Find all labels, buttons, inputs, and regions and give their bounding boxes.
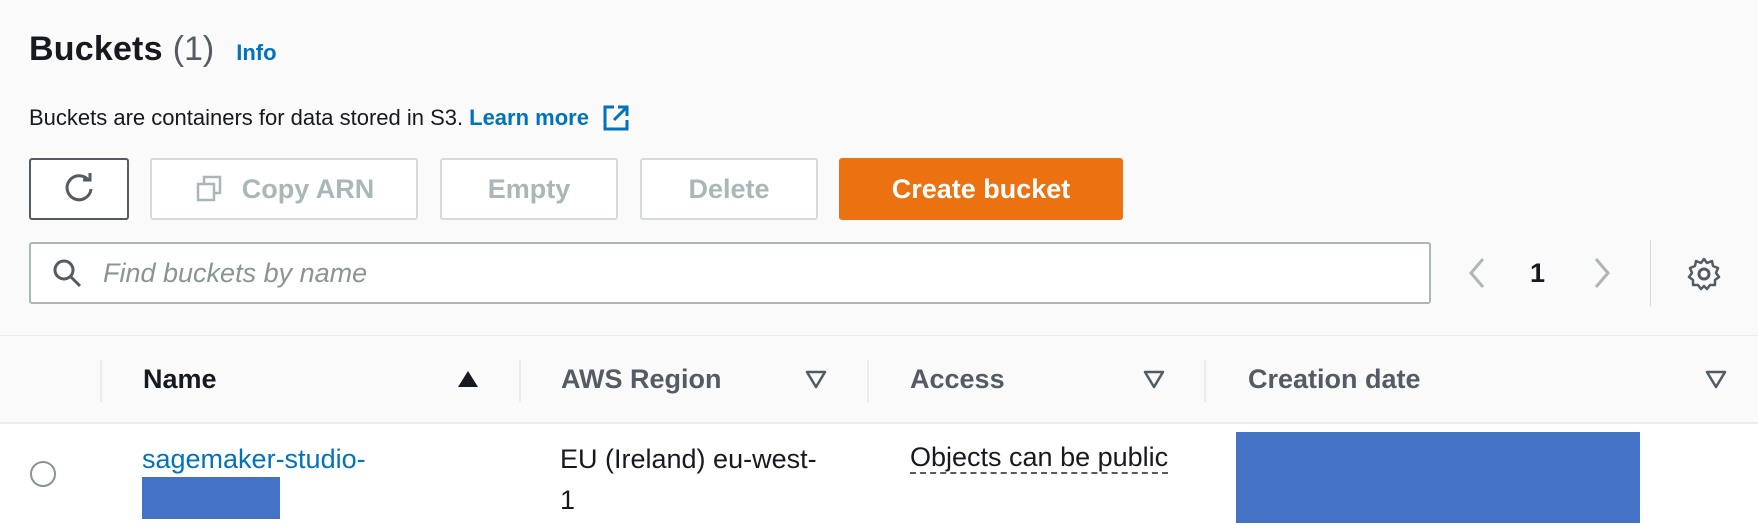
next-page-button[interactable] — [1590, 248, 1614, 298]
delete-button[interactable]: Delete — [640, 158, 818, 220]
learn-more-link[interactable]: Learn more — [469, 105, 589, 131]
description-text: Buckets are containers for data stored i… — [29, 105, 464, 130]
column-header-region[interactable]: AWS Region — [561, 336, 722, 422]
bucket-access-text[interactable]: Objects can be public — [910, 442, 1169, 474]
column-header-access[interactable]: Access — [910, 336, 1005, 422]
table-header: Name AWS Region Access Creation date — [0, 336, 1758, 424]
page-title: Buckets — [29, 30, 163, 68]
redacted-creation-date — [1236, 432, 1640, 523]
column-divider — [100, 360, 102, 402]
column-header-name[interactable]: Name — [143, 336, 217, 422]
column-divider — [1204, 360, 1206, 402]
table-preferences-button[interactable] — [1686, 256, 1722, 292]
chevron-right-icon — [1594, 258, 1610, 288]
refresh-icon — [65, 173, 93, 202]
pagination-divider — [1650, 240, 1651, 306]
empty-button[interactable]: Empty — [440, 158, 618, 220]
create-bucket-button[interactable]: Create bucket — [839, 158, 1123, 220]
external-link-icon[interactable] — [601, 103, 631, 133]
column-divider — [867, 360, 869, 402]
create-bucket-label: Create bucket — [891, 173, 1071, 204]
column-header-creation-date[interactable]: Creation date — [1248, 336, 1421, 422]
bucket-name-link[interactable]: sagemaker-studio- — [142, 439, 366, 480]
bucket-count: (1) — [172, 30, 215, 68]
copy-icon — [194, 174, 224, 204]
search-box[interactable] — [29, 242, 1431, 304]
empty-label: Empty — [487, 173, 571, 204]
sort-icon[interactable] — [804, 368, 828, 390]
page-title-row: Buckets (1) Info — [29, 30, 277, 69]
info-link[interactable]: Info — [236, 40, 276, 66]
copy-arn-button[interactable]: Copy ARN — [150, 158, 418, 220]
sort-icon[interactable] — [1142, 368, 1166, 390]
sort-icon[interactable] — [1704, 368, 1728, 390]
previous-page-button[interactable] — [1465, 248, 1489, 298]
search-input[interactable] — [101, 256, 1405, 290]
redacted-bucket-name — [142, 477, 280, 519]
gear-icon — [1687, 257, 1721, 291]
chevron-left-icon — [1469, 258, 1485, 288]
bucket-access: Objects can be public — [910, 437, 1170, 478]
sort-ascending-icon[interactable] — [456, 368, 480, 390]
row-select-radio[interactable] — [30, 461, 56, 487]
page-description: Buckets are containers for data stored i… — [29, 103, 631, 133]
search-icon — [51, 257, 83, 289]
bucket-region: EU (Ireland) eu-west-1 — [560, 444, 817, 515]
column-divider — [519, 360, 521, 402]
copy-arn-label: Copy ARN — [241, 173, 375, 204]
delete-label: Delete — [688, 173, 770, 204]
refresh-button[interactable] — [29, 158, 129, 220]
current-page-number[interactable]: 1 — [1530, 248, 1545, 298]
